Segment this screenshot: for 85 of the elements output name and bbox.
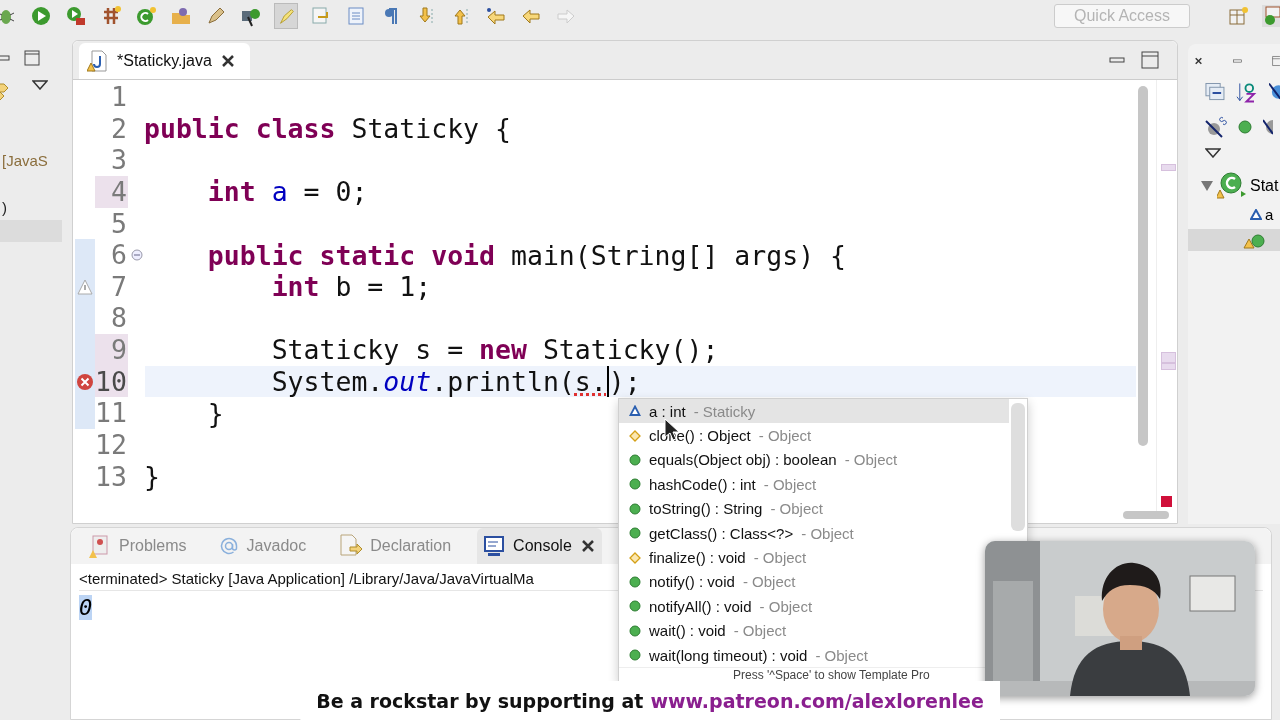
code-line: System.out.println(s.);: [270, 366, 641, 398]
quick-access-field[interactable]: Quick Access: [1054, 4, 1190, 28]
minimize-icon[interactable]: [1109, 56, 1125, 64]
selected-row[interactable]: [1188, 229, 1280, 251]
completion-item[interactable]: wait() : void - Object: [619, 618, 787, 643]
console-output: 0: [79, 595, 93, 620]
code-line: }: [144, 461, 160, 492]
method-icon: [629, 649, 641, 662]
method-icon: [629, 527, 641, 540]
problems-icon: [89, 534, 111, 558]
method-icon: [629, 600, 641, 613]
line-number: 6: [110, 239, 128, 271]
view-menu-icon[interactable]: [32, 80, 48, 90]
completion-item[interactable]: getClass() : Class<?> - Object: [619, 520, 854, 546]
expand-arrow-icon[interactable]: [1200, 179, 1214, 193]
scrollbar-thumb[interactable]: [1138, 86, 1148, 446]
tree-item[interactable]: ): [2, 199, 62, 216]
maximize-icon[interactable]: [1141, 51, 1159, 69]
maximize-icon[interactable]: [24, 50, 40, 66]
line-number: 2: [110, 112, 128, 145]
code-line: }: [206, 397, 224, 429]
warning-icon: [77, 278, 93, 295]
completion-item[interactable]: equals(Object obj) : boolean - Object: [619, 447, 898, 473]
outline-item[interactable]: a: [1265, 206, 1274, 223]
change-marker[interactable]: [1161, 352, 1176, 363]
java-file-icon: [87, 49, 109, 73]
method-icon: [629, 502, 641, 515]
code-line: Staticky s = new Staticky();: [270, 334, 719, 366]
scrollbar-thumb[interactable]: [1011, 403, 1025, 531]
code-line: int b = 1;: [270, 271, 432, 303]
method-icon: [629, 624, 641, 637]
diamond-icon: [629, 551, 641, 564]
hide-static-icon[interactable]: [1205, 116, 1227, 138]
method-icon: [629, 453, 641, 466]
completion-item[interactable]: hashCode() : int - Object: [619, 472, 817, 497]
scrollbar-thumb[interactable]: [1123, 511, 1169, 519]
error-marker[interactable]: [1161, 496, 1172, 507]
patreon-link[interactable]: www.patreon.com/alexlorenlee: [650, 689, 984, 712]
panel-tab[interactable]: Console: [477, 528, 602, 564]
error-icon: [76, 372, 94, 391]
completion-item[interactable]: finalize() : void - Object: [619, 545, 807, 570]
line-number: 4: [95, 175, 128, 208]
method-icon: [629, 478, 641, 491]
collapse-icon[interactable]: [130, 249, 143, 261]
code-line: public class Staticky {: [144, 112, 511, 144]
completion-item[interactable]: toString() : String - Object: [619, 496, 823, 521]
outline-item[interactable]: Stat: [1250, 177, 1279, 195]
view-menu-icon[interactable]: [1205, 148, 1221, 158]
editor-tab[interactable]: *Staticky.java: [79, 43, 250, 79]
field-icon: [1250, 208, 1262, 221]
line-number: 7: [110, 270, 128, 303]
field-icon: [629, 405, 641, 418]
line-number: 13: [95, 460, 128, 493]
minimize-icon[interactable]: [1233, 57, 1243, 65]
line-number: 8: [110, 302, 128, 335]
method-icon: [629, 575, 641, 588]
class-icon: [1217, 172, 1247, 200]
code-line: public static void main(String[] args) {: [206, 239, 846, 271]
perspective-icon[interactable]: [1228, 5, 1250, 27]
banner-text: Be a rockstar by supporting at: [316, 689, 644, 712]
close-icon[interactable]: [579, 538, 596, 554]
change-marker[interactable]: [1161, 363, 1176, 370]
code-line: int a = 0;: [206, 176, 368, 208]
minimize-icon[interactable]: [0, 54, 10, 62]
line-number: 5: [110, 207, 128, 240]
declaration-icon: [338, 534, 363, 558]
diamond-icon: [629, 429, 641, 442]
line-number: 12: [95, 429, 128, 461]
collapse-all-icon[interactable]: [1205, 82, 1226, 102]
close-icon[interactable]: [219, 53, 236, 69]
completion-item[interactable]: a : int - Staticky: [619, 399, 1009, 424]
line-number: 3: [110, 144, 128, 176]
tree-item[interactable]: [JavaS: [2, 152, 62, 169]
line-number: 10: [95, 365, 128, 398]
change-marker[interactable]: [1161, 164, 1176, 171]
line-number: 11: [95, 397, 128, 430]
completion-item[interactable]: notifyAll() : void - Object: [619, 594, 813, 619]
sort-icon[interactable]: [1235, 80, 1259, 104]
completion-item[interactable]: wait(long timeout) : void - Object: [619, 642, 868, 668]
at-sign-icon: [218, 536, 239, 556]
console-icon: [483, 535, 506, 557]
line-number: 1: [110, 81, 128, 113]
public-member-icon[interactable]: [1237, 119, 1253, 135]
java-perspective-icon[interactable]: [1262, 5, 1280, 27]
line-number: 9: [95, 334, 128, 366]
